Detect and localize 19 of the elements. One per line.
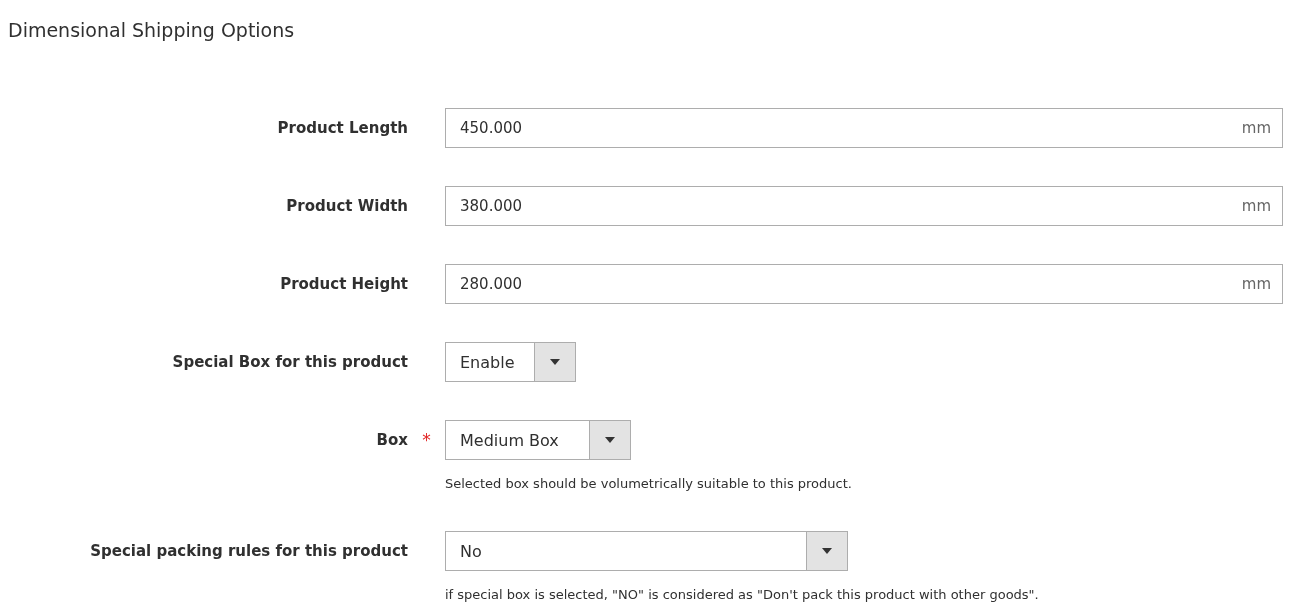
field-label: Product Width [286, 197, 408, 215]
field-label: Box [376, 431, 408, 449]
dropdown[interactable]: Medium Box [445, 420, 631, 460]
field-note: Selected box should be volumetrically suitable to this product. [445, 475, 852, 493]
dropdown[interactable]: Enable [445, 342, 576, 382]
field-label: Product Height [280, 275, 408, 293]
caret-icon [550, 359, 560, 365]
dropdown[interactable]: No [445, 531, 848, 571]
caret-icon [605, 437, 615, 443]
field-label: Product Length [277, 119, 408, 137]
unit-label: mm [1241, 197, 1271, 215]
section-title: Dimensional Shipping Options [8, 18, 296, 43]
field-label: Special packing rules for this product [90, 542, 408, 560]
unit-label: mm [1241, 275, 1271, 293]
caret-icon [822, 548, 832, 554]
field-note: if special box is selected, "NO" is considered as "Don't pack this product with other goods". [445, 586, 1039, 604]
unit-label: mm [1241, 119, 1271, 137]
required-mark: * [422, 430, 431, 450]
field-label: Special Box for this product [172, 353, 408, 371]
